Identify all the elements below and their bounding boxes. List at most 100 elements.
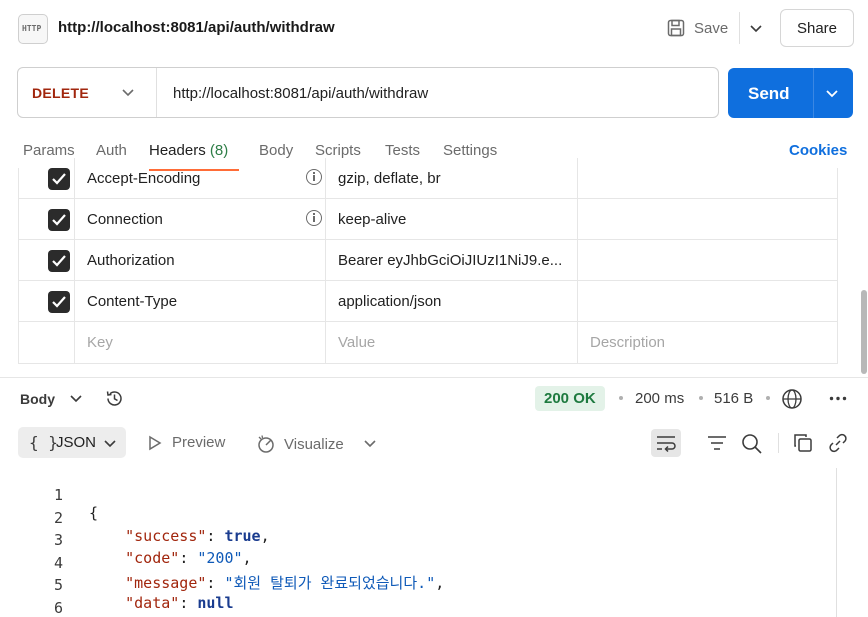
code-line: 6 } bbox=[0, 581, 852, 617]
header-key[interactable]: Accept-Encoding bbox=[87, 170, 200, 187]
method-label: DELETE bbox=[32, 85, 90, 101]
braces-icon: { } bbox=[29, 433, 58, 452]
header-value[interactable]: application/json bbox=[338, 293, 441, 310]
table-row: Accept-Encoding gzip, deflate, br bbox=[19, 158, 837, 199]
divider bbox=[778, 433, 779, 453]
chevron-down-icon[interactable] bbox=[68, 390, 84, 406]
description-input[interactable]: Description bbox=[590, 334, 665, 351]
separator-dot bbox=[619, 396, 623, 400]
separator-dot bbox=[699, 396, 703, 400]
chevron-down-icon bbox=[104, 440, 116, 448]
tab-settings[interactable]: Settings bbox=[443, 142, 497, 159]
response-time[interactable]: 200 ms bbox=[635, 390, 684, 407]
visualize-button[interactable]: Visualize bbox=[256, 434, 344, 454]
request-title[interactable]: http://localhost:8081/api/auth/withdraw bbox=[58, 19, 335, 36]
line-number: 6 bbox=[53, 599, 63, 617]
value-input[interactable]: Value bbox=[338, 334, 375, 351]
table-row-new: Key Value Description bbox=[19, 322, 837, 363]
header-value[interactable]: gzip, deflate, br bbox=[338, 170, 441, 187]
row-checkbox[interactable] bbox=[48, 168, 70, 190]
divider bbox=[739, 12, 740, 44]
chevron-down-icon bbox=[122, 89, 134, 97]
header-key[interactable]: Content-Type bbox=[87, 293, 177, 310]
row-checkbox[interactable] bbox=[48, 291, 70, 313]
method-select[interactable]: DELETE bbox=[18, 68, 157, 117]
share-button[interactable]: Share bbox=[780, 9, 854, 47]
send-button[interactable]: Send bbox=[728, 68, 853, 118]
tab-auth[interactable]: Auth bbox=[96, 142, 127, 159]
url-bar: DELETE http://localhost:8081/api/auth/wi… bbox=[17, 67, 719, 118]
row-checkbox[interactable] bbox=[48, 209, 70, 231]
wrap-icon bbox=[657, 436, 676, 453]
header-key[interactable]: Authorization bbox=[87, 252, 175, 269]
filter-icon[interactable] bbox=[706, 433, 728, 453]
separator-dot bbox=[766, 396, 770, 400]
code-line: 5 "data": null bbox=[0, 558, 852, 612]
row-checkbox[interactable] bbox=[48, 250, 70, 272]
visualize-label: Visualize bbox=[284, 435, 344, 453]
preview-label: Preview bbox=[172, 434, 226, 451]
save-options-chevron-down-icon[interactable] bbox=[746, 18, 766, 38]
response-bar: Body 200 OK 200 ms 516 B bbox=[0, 380, 868, 418]
tab-headers-label: Headers bbox=[149, 142, 206, 159]
header-key[interactable]: Connection bbox=[87, 211, 163, 228]
tab-headers[interactable]: Headers (8) bbox=[149, 142, 228, 159]
more-options-icon[interactable] bbox=[829, 396, 847, 401]
table-row: Connection keep-alive bbox=[19, 199, 837, 240]
code-line: 1 { bbox=[0, 468, 852, 522]
cookies-link[interactable]: Cookies bbox=[789, 142, 847, 159]
preview-button[interactable]: Preview bbox=[148, 434, 225, 451]
format-select[interactable]: { } JSON bbox=[18, 427, 126, 458]
headers-count-badge: (8) bbox=[209, 142, 229, 159]
send-options-chevron-down-icon[interactable] bbox=[824, 85, 840, 101]
play-icon bbox=[149, 435, 162, 450]
info-icon[interactable] bbox=[306, 210, 322, 226]
code-line: 4 "message": "회원 탈퇴가 완료되었습니다.", bbox=[0, 536, 852, 592]
header-value[interactable]: keep-alive bbox=[338, 211, 406, 228]
headers-table: Accept-Encoding gzip, deflate, br Connec… bbox=[18, 158, 838, 364]
response-code-viewer[interactable]: 1 { 2 "success": true, 3 "code": "200", … bbox=[0, 468, 852, 617]
save-label: Save bbox=[694, 19, 729, 37]
code-line: 3 "code": "200", bbox=[0, 513, 852, 567]
tab-scripts[interactable]: Scripts bbox=[315, 142, 361, 159]
scrollbar[interactable] bbox=[861, 290, 867, 374]
link-icon[interactable] bbox=[828, 433, 848, 453]
header-value[interactable]: Bearer eyJhbGciOiJIUzI1NiJ9.e... bbox=[338, 252, 562, 269]
http-request-icon: HTTP bbox=[18, 14, 48, 44]
check-icon bbox=[52, 255, 66, 267]
response-size[interactable]: 516 B bbox=[714, 390, 753, 407]
tab-body[interactable]: Body bbox=[259, 142, 293, 159]
check-icon bbox=[52, 296, 66, 308]
save-button[interactable]: Save bbox=[666, 16, 728, 40]
wrap-lines-button[interactable] bbox=[651, 429, 681, 457]
response-viewer-toolbar: { } JSON Preview Visualize bbox=[0, 424, 868, 460]
header-description[interactable] bbox=[578, 240, 837, 280]
request-header-bar: HTTP http://localhost:8081/api/auth/with… bbox=[0, 0, 868, 56]
info-icon[interactable] bbox=[306, 169, 322, 185]
search-icon[interactable] bbox=[741, 433, 763, 455]
tab-params[interactable]: Params bbox=[23, 142, 75, 159]
response-body-label[interactable]: Body bbox=[20, 391, 55, 407]
copy-icon[interactable] bbox=[793, 433, 813, 453]
globe-icon[interactable] bbox=[781, 388, 803, 410]
format-label: JSON bbox=[56, 434, 97, 451]
save-icon bbox=[667, 19, 685, 37]
header-description[interactable] bbox=[578, 158, 837, 198]
send-label: Send bbox=[748, 84, 790, 103]
history-icon[interactable] bbox=[104, 388, 125, 409]
send-divider bbox=[813, 68, 814, 118]
code-gutter-line bbox=[836, 468, 837, 617]
pane-divider[interactable] bbox=[0, 377, 868, 378]
header-description[interactable] bbox=[578, 281, 837, 321]
table-row: Content-Type application/json bbox=[19, 281, 837, 322]
header-description[interactable] bbox=[578, 199, 837, 239]
key-input[interactable]: Key bbox=[87, 334, 113, 351]
code-line: 2 "success": true, bbox=[0, 491, 852, 545]
url-input[interactable]: http://localhost:8081/api/auth/withdraw bbox=[173, 85, 428, 102]
chevron-down-icon[interactable] bbox=[362, 435, 378, 451]
table-row: Authorization Bearer eyJhbGciOiJIUzI1NiJ… bbox=[19, 240, 837, 281]
status-badge[interactable]: 200 OK bbox=[535, 386, 605, 411]
check-icon bbox=[52, 214, 66, 226]
tab-tests[interactable]: Tests bbox=[385, 142, 420, 159]
visualize-icon bbox=[258, 435, 274, 453]
